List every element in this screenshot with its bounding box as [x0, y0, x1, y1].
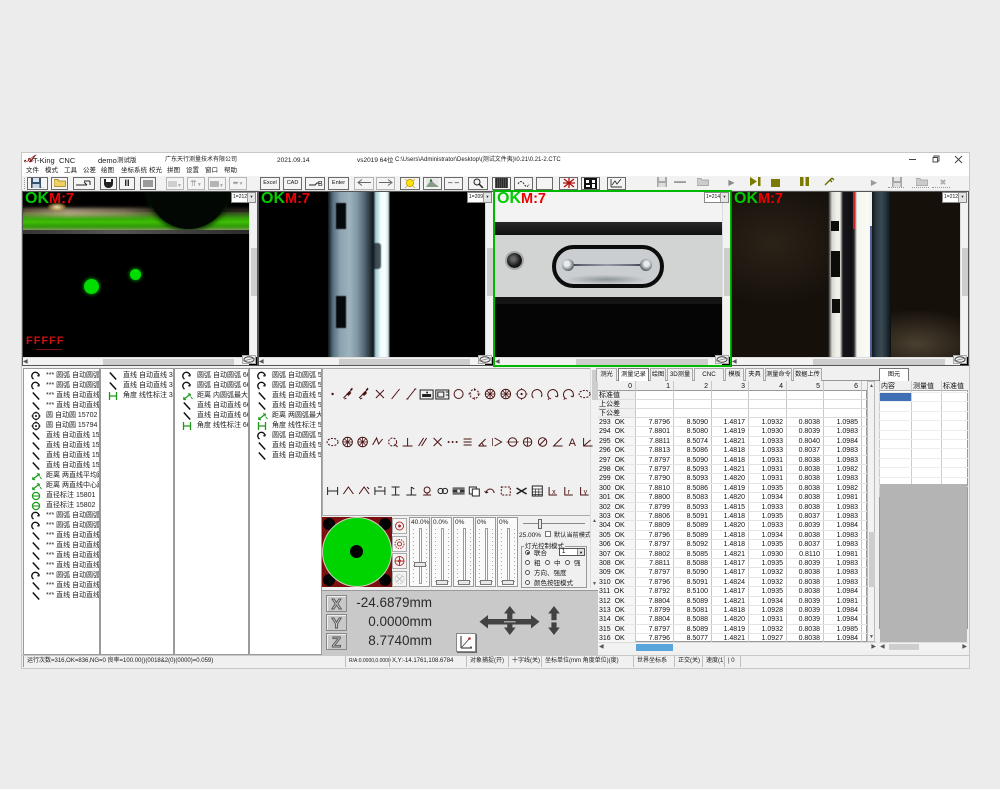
- svg-text:A: A: [569, 437, 577, 449]
- svg-text:Y: Y: [331, 615, 341, 630]
- svg-text:y: y: [584, 489, 588, 496]
- svg-text:B: B: [318, 181, 323, 188]
- svg-text:Z: Z: [332, 634, 341, 649]
- svg-text:x: x: [552, 489, 556, 496]
- svg-text:X: X: [331, 596, 341, 611]
